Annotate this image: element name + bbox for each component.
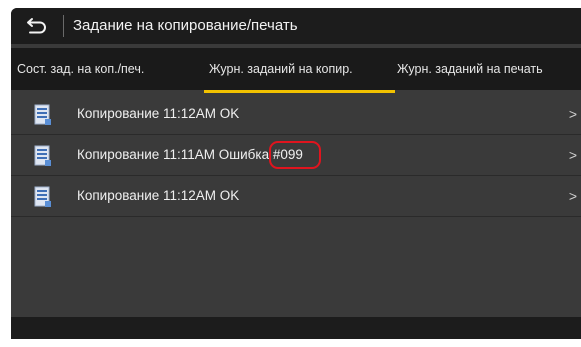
- chevron-right-icon: >: [568, 106, 577, 122]
- job-log-text: Копирование 11:12AM OK: [77, 106, 240, 121]
- row-divider: [11, 216, 581, 217]
- job-log-status-text: Копирование 11:11AM Ошибка: [77, 147, 273, 162]
- document-icon: [34, 145, 51, 166]
- error-code: #099: [268, 135, 321, 175]
- job-log-row[interactable]: Копирование 11:11AM Ошибка #099 >: [11, 135, 581, 175]
- job-log-row[interactable]: Копирование 11:12AM OK >: [11, 94, 581, 134]
- chevron-right-icon: >: [568, 188, 577, 204]
- job-log-text: Копирование 11:11AM Ошибка #099: [77, 135, 321, 175]
- selected-tab-indicator: [204, 90, 395, 93]
- tab-copy-print-status[interactable]: Сост. зад. на коп./печ.: [17, 48, 144, 90]
- tab-copy-job-log[interactable]: Журн. заданий на копир.: [209, 48, 353, 90]
- document-icon: [34, 186, 51, 207]
- tab-print-job-log[interactable]: Журн. заданий на печать: [397, 48, 543, 90]
- title-bar: Задание на копирование/печать: [11, 8, 581, 44]
- tab-bar: Сост. зад. на коп./печ. Журн. заданий на…: [11, 48, 581, 93]
- highlight-circle: [268, 141, 321, 169]
- chevron-right-icon: >: [568, 147, 577, 163]
- job-log-text: Копирование 11:12AM OK: [77, 188, 240, 203]
- title-separator: [63, 15, 64, 37]
- printer-panel-screen: Задание на копирование/печать Сост. зад.…: [11, 8, 581, 339]
- back-arrow-icon: [27, 18, 46, 34]
- document-icon: [34, 104, 51, 125]
- page-title: Задание на копирование/печать: [73, 17, 298, 34]
- job-log-row[interactable]: Копирование 11:12AM OK >: [11, 176, 581, 216]
- back-button[interactable]: [11, 8, 63, 44]
- bottom-bar: [11, 317, 581, 339]
